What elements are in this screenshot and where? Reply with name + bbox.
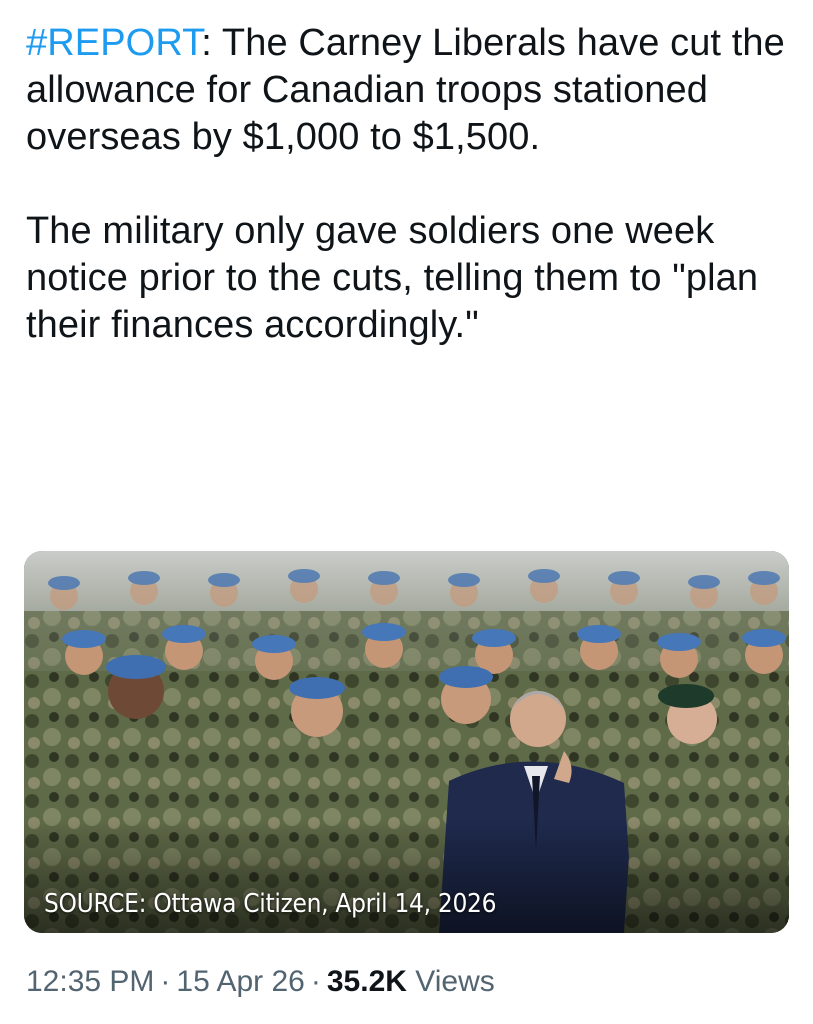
tweet-text: #REPORT: The Carney Liberals have cut th…	[26, 20, 796, 349]
tweet-paragraph-1: #REPORT: The Carney Liberals have cut th…	[26, 20, 796, 161]
photo-caption: SOURCE: Ottawa Citizen, April 14, 2026	[44, 889, 497, 919]
photo-soldiers-illustration	[24, 551, 789, 933]
tweet-meta: 12:35 PM · 15 Apr 26 · 35.2K Views	[26, 962, 495, 1002]
meta-separator: ·	[160, 965, 171, 998]
views-label: Views	[415, 965, 495, 998]
tweet-paragraph-2: The military only gave soldiers one week…	[26, 210, 759, 346]
meta-separator: ·	[310, 965, 321, 998]
views-count[interactable]: 35.2K	[327, 965, 407, 998]
tweet-date[interactable]: 15 Apr 26	[176, 965, 304, 998]
tweet-photo[interactable]: SOURCE: Ottawa Citizen, April 14, 2026	[24, 551, 789, 933]
tweet-time[interactable]: 12:35 PM	[26, 965, 154, 998]
hashtag-link[interactable]: #REPORT	[26, 22, 201, 64]
